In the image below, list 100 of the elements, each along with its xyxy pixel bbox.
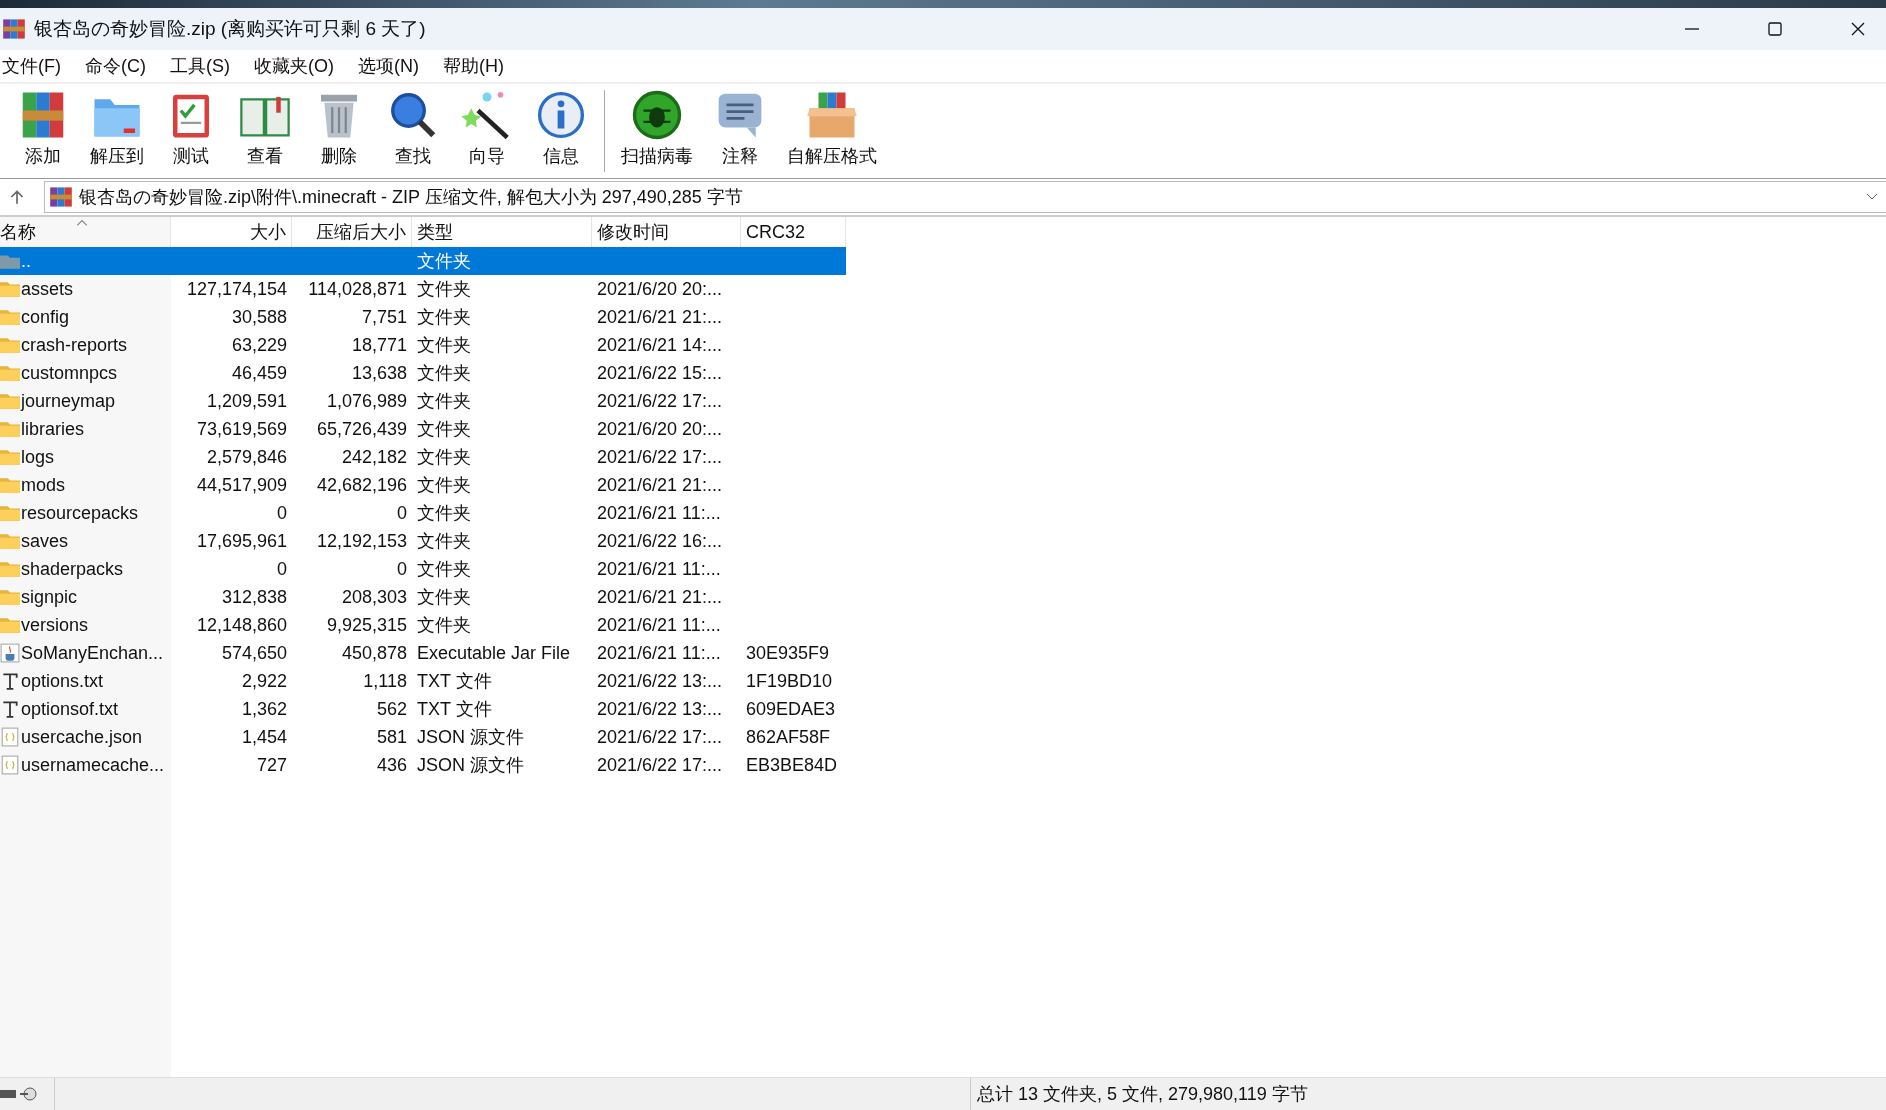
file-row[interactable]: config 30,588 7,751 文件夹 2021/6/21 21:...	[0, 303, 846, 331]
file-name: versions	[21, 614, 89, 636]
table-cell: 2,922	[241, 670, 287, 692]
table-cell: 574,650	[221, 642, 287, 664]
file-row[interactable]: crash-reports 63,229 18,771 文件夹 2021/6/21 14:...	[0, 331, 846, 359]
sort-caret-icon	[76, 219, 88, 227]
table-cell-text: 文件夹	[417, 558, 471, 581]
table-cell: Executable Jar File	[417, 642, 571, 664]
file-name: SoManyEnchan...	[21, 642, 164, 664]
table-cell: 1,118	[363, 670, 407, 692]
table-cell: EB3BE84D	[746, 754, 838, 776]
file-row[interactable]: customnpcs 46,459 13,638 文件夹 2021/6/22 15:...	[0, 359, 846, 387]
file-name: ..	[21, 250, 31, 272]
toolbar-button[interactable]: 扫描病毒	[611, 88, 703, 168]
toolbar-button[interactable]: 测试	[154, 88, 228, 168]
file-name: usercache.json	[21, 726, 143, 748]
file-row[interactable]: usernamecache... 727 436 JSON 源文件 2021/6/22 17:... EB3BE84D	[0, 751, 846, 779]
file-name: saves	[21, 530, 69, 552]
address-bar[interactable]: 银杏岛の奇妙冒险.zip\附件\.minecraft - ZIP 压缩文件, 解包大小为 297,490,285 字节	[44, 181, 1886, 213]
table-cell: 1F19BD10	[746, 670, 833, 692]
toolbar-button[interactable]: 查找	[376, 88, 450, 168]
table-cell: 727	[256, 754, 287, 776]
table-cell: 46,459	[231, 362, 287, 384]
table-cell: 30,588	[231, 306, 287, 328]
file-name: libraries	[21, 418, 85, 440]
table-cell: 12,192,153	[316, 530, 407, 552]
table-cell: 562	[376, 698, 407, 720]
table-cell-text: JSON 源文件	[417, 726, 524, 749]
toolbar-button[interactable]: 删除	[302, 88, 376, 168]
bug-icon	[630, 88, 684, 142]
table-cell: 127,174,154	[186, 278, 287, 300]
table-cell: 242,182	[341, 446, 407, 468]
table-cell-text: 文件夹	[417, 250, 471, 273]
file-row[interactable]: saves 17,695,961 12,192,153 文件夹 2021/6/22 16:...	[0, 527, 846, 555]
table-cell-text: 文件夹	[417, 278, 471, 301]
status-text: 总计 13 文件夹, 5 文件, 279,980,119 字节	[976, 1083, 1308, 1106]
table-cell: 2021/6/22 17:...	[597, 726, 723, 748]
text-file-icon	[0, 671, 20, 691]
file-row[interactable]: usercache.json 1,454 581 JSON 源文件 2021/6/22 17:... 862AF58F	[0, 723, 846, 751]
table-cell-text: 文件夹	[417, 530, 471, 553]
toolbar-button[interactable]: 添加	[6, 88, 80, 168]
table-cell: 73,619,569	[196, 418, 287, 440]
table-cell: 2,579,846	[206, 446, 287, 468]
file-row[interactable]: resourcepacks 0 0 文件夹 2021/6/21 11:...	[0, 499, 846, 527]
table-cell: 2021/6/22 13:...	[597, 698, 723, 720]
maximize-icon[interactable]	[1767, 21, 1783, 37]
toolbar-button[interactable]: 解压到	[80, 88, 154, 168]
books-icon	[2, 17, 26, 41]
table-cell: 436	[376, 754, 407, 776]
menu-item[interactable]: 帮助(H)	[441, 54, 526, 78]
file-row[interactable]: libraries 73,619,569 65,726,439 文件夹 2021/6/20 20:...	[0, 415, 846, 443]
table-cell: 312,838	[221, 586, 287, 608]
table-cell: 2021/6/21 14:...	[597, 334, 723, 356]
file-row[interactable]: journeymap 1,209,591 1,076,989 文件夹 2021/6/22 17:...	[0, 387, 846, 415]
file-name: options.txt	[21, 670, 104, 692]
toolbar-button[interactable]: 向导	[450, 88, 524, 168]
file-row[interactable]: signpic 312,838 208,303 文件夹 2021/6/21 21:...	[0, 583, 846, 611]
table-cell: 42,682,196	[316, 474, 407, 496]
menu-item[interactable]: 文件(F)	[0, 54, 83, 78]
menu-item[interactable]: 工具(S)	[168, 54, 252, 78]
toolbar-button[interactable]: 自解压格式	[777, 88, 887, 168]
file-name: assets	[21, 278, 74, 300]
close-icon[interactable]	[1850, 21, 1866, 37]
file-row[interactable]: optionsof.txt 1,362 562 TXT 文件 2021/6/22 13:... 609EDAE3	[0, 695, 846, 723]
table-cell: 9,925,315	[326, 614, 407, 636]
table-cell-text: JSON 源文件	[417, 754, 524, 777]
toolbar-button[interactable]: 信息	[524, 88, 598, 168]
table-cell: 0	[397, 558, 407, 580]
file-name: usernamecache...	[21, 754, 165, 776]
table-cell: 0	[277, 502, 287, 524]
menu-item[interactable]: 收藏夹(O)	[252, 54, 356, 78]
table-cell: 18,771	[351, 334, 407, 356]
table-cell: 2021/6/22 17:...	[597, 754, 723, 776]
file-row[interactable]: assets 127,174,154 114,028,871 文件夹 2021/6/20 20:...	[0, 275, 846, 303]
file-row[interactable]: shaderpacks 0 0 文件夹 2021/6/21 11:...	[0, 555, 846, 583]
file-row[interactable]: versions 12,148,860 9,925,315 文件夹 2021/6/21 11:...	[0, 611, 846, 639]
file-name: resourcepacks	[21, 502, 139, 524]
file-row[interactable]: options.txt 2,922 1,118 TXT 文件 2021/6/22 13:... 1F19BD10	[0, 667, 846, 695]
table-cell: 12,148,860	[196, 614, 287, 636]
table-cell: 2021/6/22 16:...	[597, 530, 723, 552]
up-arrow-icon[interactable]	[8, 188, 26, 206]
file-name: config	[21, 306, 70, 328]
menu-item[interactable]: 命令(C)	[83, 54, 168, 78]
table-cell-text: 文件夹	[417, 446, 471, 469]
chevron-down-icon	[1866, 193, 1878, 201]
menu-item[interactable]: 选项(N)	[356, 54, 441, 78]
table-cell: 30E935F9	[746, 642, 830, 664]
table-cell-text: 文件夹	[417, 390, 471, 413]
toolbar-button[interactable]: 注释	[703, 88, 777, 168]
table-cell: 2021/6/22 17:...	[597, 446, 723, 468]
toolbar-button[interactable]: 查看	[228, 88, 302, 168]
table-cell: 2021/6/21 21:...	[597, 586, 723, 608]
table-cell: 65,726,439	[316, 418, 407, 440]
file-row[interactable]: SoManyEnchan... 574,650 450,878 Executable Jar File 2021/6/21 11:... 30E935F9	[0, 639, 846, 667]
table-cell-text: 文件夹	[417, 306, 471, 329]
file-row[interactable]: logs 2,579,846 242,182 文件夹 2021/6/22 17:...	[0, 443, 846, 471]
file-name: journeymap	[21, 390, 116, 412]
file-row[interactable]: mods 44,517,909 42,682,196 文件夹 2021/6/21 21:...	[0, 471, 846, 499]
file-row[interactable]: .. 文件夹	[0, 247, 846, 275]
table-cell: 17,695,961	[196, 530, 287, 552]
